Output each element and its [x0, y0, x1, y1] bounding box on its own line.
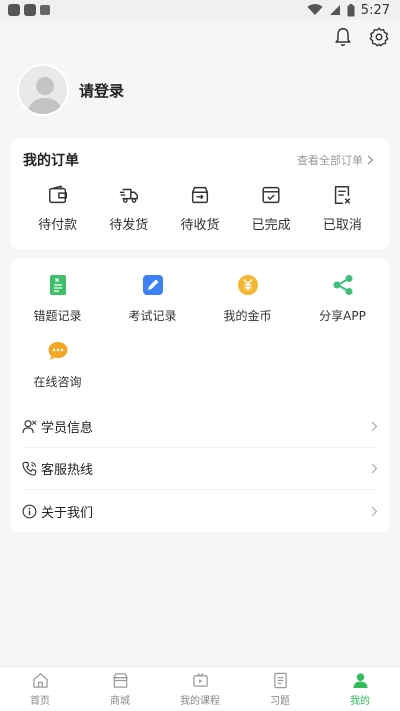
receive-box-icon [191, 186, 209, 204]
services-grid: 错题记录 考试记录 我的金币 分享APP 在线咨询 [10, 274, 390, 406]
avatar[interactable] [17, 64, 69, 116]
exam-record-icon [142, 275, 163, 295]
info-icon [22, 504, 37, 518]
chevron-right-icon [371, 421, 378, 432]
grid-label: 在线咨询 [33, 375, 82, 389]
student-info-icon [22, 420, 37, 434]
orders-header: 我的订单 查看全部订单 [23, 150, 374, 170]
status-indicators: 5:27 [307, 3, 390, 18]
tab-label: 我的课程 [180, 695, 220, 707]
my-coins-button[interactable]: 我的金币 [200, 274, 295, 340]
cancelled-icon [335, 186, 351, 204]
list-row-left: 关于我们 [22, 502, 93, 521]
order-label: 已取消 [322, 218, 362, 233]
delivery-truck-icon [119, 188, 138, 203]
share-app-button[interactable]: 分享APP [295, 274, 390, 340]
tab-label: 习题 [270, 695, 290, 707]
exam-records-button[interactable]: 考试记录 [105, 274, 200, 340]
tab-home[interactable]: 首页 [5, 672, 75, 707]
tab-label: 首页 [30, 695, 50, 707]
store-icon [112, 672, 128, 688]
wifi-icon [307, 4, 323, 16]
tab-exercises[interactable]: 习题 [245, 672, 315, 707]
bell-icon[interactable] [332, 26, 354, 48]
share-icon [333, 275, 352, 295]
order-cancelled[interactable]: 已取消 [312, 184, 372, 233]
view-all-orders-link[interactable]: 查看全部订单 [297, 152, 374, 168]
wallet-icon [48, 185, 67, 204]
list-row-left: 学员信息 [22, 417, 93, 436]
bottom-tab-bar: 首页 商城 我的课程 习题 我的 [0, 666, 400, 711]
status-bar: 5:27 [0, 0, 400, 20]
order-status-row: 待付款 待发货 待收货 已完成 已取消 [10, 184, 390, 233]
tab-label: 我的 [350, 695, 370, 707]
online-consult-button[interactable]: 在线咨询 [10, 340, 105, 406]
gold-coin-icon [237, 275, 258, 295]
signal-icon [329, 5, 340, 15]
order-pending-payment[interactable]: 待付款 [28, 184, 88, 233]
notification-icon [24, 4, 36, 16]
order-label: 待付款 [38, 218, 78, 233]
wrong-question-icon [49, 275, 66, 295]
about-us-row[interactable]: 关于我们 [22, 490, 378, 532]
list-row-left: 客服热线 [22, 459, 93, 478]
order-label: 已完成 [251, 218, 291, 233]
status-time: 5:27 [360, 2, 390, 18]
exercise-icon [273, 672, 287, 688]
completed-check-icon [262, 186, 280, 204]
tab-my-courses[interactable]: 我的课程 [165, 672, 235, 707]
list-label: 客服热线 [41, 463, 94, 478]
home-icon [32, 672, 48, 688]
tab-mine[interactable]: 我的 [325, 672, 395, 707]
chat-icon [48, 342, 67, 360]
order-pending-shipment[interactable]: 待发货 [99, 184, 159, 233]
notification-icon [8, 4, 20, 16]
gear-icon[interactable] [368, 26, 390, 48]
grid-label: 考试记录 [128, 309, 177, 323]
status-notifications [8, 4, 50, 16]
orders-card: 我的订单 查看全部订单 待付款 待发货 待收货 已完成 已取消 [10, 138, 390, 249]
battery-icon [347, 3, 355, 16]
order-pending-receipt[interactable]: 待收货 [170, 184, 230, 233]
login-link[interactable]: 请登录 [79, 80, 124, 101]
notification-icon [40, 5, 50, 15]
wrong-questions-button[interactable]: 错题记录 [10, 274, 105, 340]
chevron-right-icon [371, 506, 378, 516]
list-label: 学员信息 [41, 421, 94, 436]
grid-label: 我的金币 [223, 309, 272, 323]
grid-label: 错题记录 [33, 309, 82, 323]
profile-icon [352, 672, 368, 688]
orders-title: 我的订单 [23, 153, 79, 169]
settings-list: 学员信息 客服热线 关于我们 [22, 406, 378, 532]
order-label: 待收货 [180, 218, 220, 233]
view-all-label: 查看全部订单 [297, 154, 363, 167]
student-info-row[interactable]: 学员信息 [22, 406, 378, 448]
list-label: 关于我们 [41, 505, 94, 521]
top-actions [332, 26, 390, 48]
order-label: 待发货 [109, 218, 149, 233]
course-icon [192, 672, 208, 687]
hotline-row[interactable]: 客服热线 [22, 448, 378, 490]
profile-header[interactable]: 请登录 [17, 64, 124, 116]
services-card: 错题记录 考试记录 我的金币 分享APP 在线咨询 学员信息 客服热线 关于我们 [10, 258, 390, 532]
tab-label: 商城 [110, 695, 130, 707]
default-avatar-icon [27, 77, 63, 114]
grid-label: 分享APP [319, 309, 366, 323]
phone-icon [22, 461, 37, 476]
order-completed[interactable]: 已完成 [241, 184, 301, 233]
tab-store[interactable]: 商城 [85, 672, 155, 707]
chevron-right-icon [367, 155, 374, 165]
chevron-right-icon [371, 463, 378, 474]
